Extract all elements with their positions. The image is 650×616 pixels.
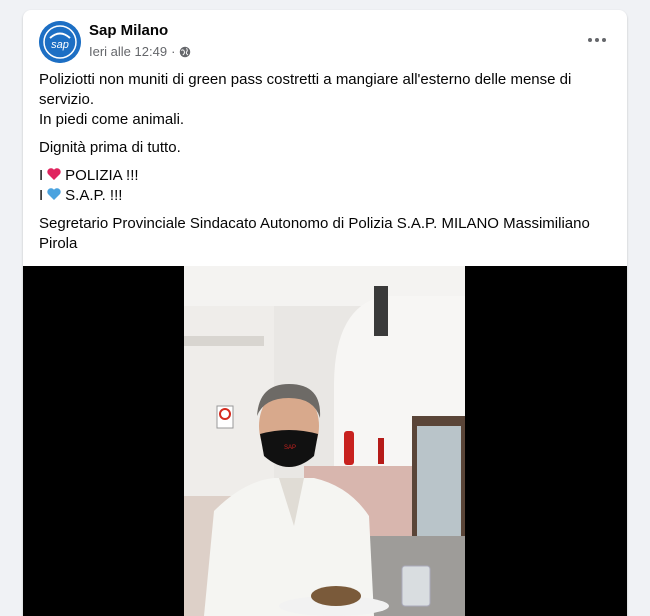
page-name[interactable]: Sap Milano bbox=[89, 22, 168, 39]
post-line-heart: I S.A.P. !!! bbox=[39, 186, 611, 206]
globe-icon[interactable] bbox=[179, 46, 191, 58]
post-line-heart: I POLIZIA !!! bbox=[39, 166, 611, 186]
video-player[interactable]: SAP bbox=[23, 266, 627, 616]
line-prefix: I bbox=[39, 187, 44, 204]
red-heart-icon bbox=[47, 168, 61, 180]
post-text: Poliziotti non muniti di green pass cost… bbox=[39, 70, 611, 262]
post-line: In piedi come animali. bbox=[39, 111, 185, 128]
avatar-text: sap bbox=[51, 39, 69, 51]
line-prefix: I bbox=[39, 167, 44, 184]
video-still-image: SAP bbox=[184, 266, 465, 616]
blue-heart-icon bbox=[47, 188, 61, 200]
post-card: sap Sap Milano Ieri alle 12:49 · Polizio… bbox=[23, 10, 627, 616]
more-options-icon bbox=[588, 38, 606, 42]
post-line: Dignità prima di tutto. bbox=[39, 139, 181, 156]
post-line: Segretario Provinciale Sindacato Autonom… bbox=[39, 215, 590, 252]
more-options-button[interactable] bbox=[583, 30, 611, 50]
line-text: S.A.P. !!! bbox=[65, 187, 123, 204]
line-text: POLIZIA !!! bbox=[65, 167, 139, 184]
meta-separator: · bbox=[171, 44, 176, 59]
svg-text:SAP: SAP bbox=[284, 445, 296, 451]
post-meta: Ieri alle 12:49 · bbox=[89, 44, 191, 59]
page-avatar[interactable]: sap bbox=[39, 21, 81, 63]
post-line: Poliziotti non muniti di green pass cost… bbox=[39, 71, 572, 108]
post-timestamp[interactable]: Ieri alle 12:49 bbox=[89, 44, 167, 59]
sap-logo-icon: sap bbox=[39, 21, 81, 63]
video-frame: SAP bbox=[184, 266, 465, 616]
